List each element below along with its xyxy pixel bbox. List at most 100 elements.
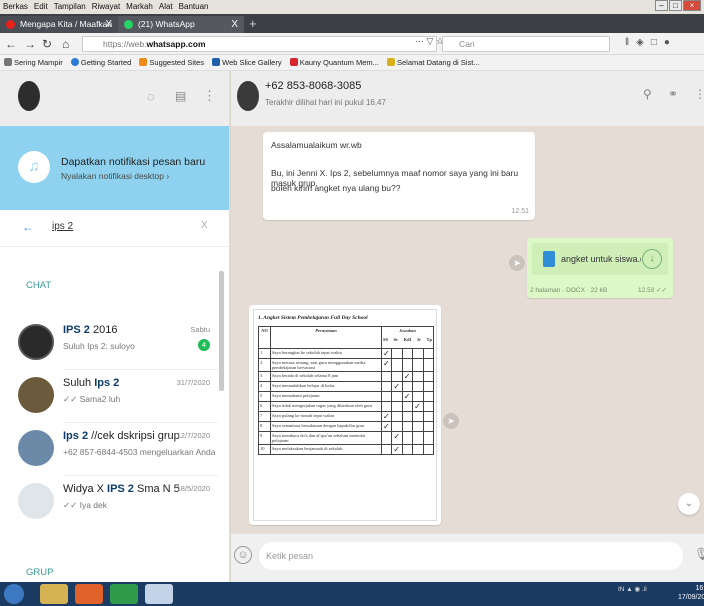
- firefox-icon[interactable]: [75, 584, 103, 604]
- header-statement: Pernyataan: [270, 326, 382, 349]
- notification-link[interactable]: Nyalakan notifikasi desktop ›: [61, 171, 169, 181]
- notification-title: Dapatkan notifikasi pesan baru: [61, 156, 206, 168]
- scroll-down-button[interactable]: ⌄: [678, 493, 700, 515]
- minimize-icon[interactable]: –: [655, 0, 668, 11]
- web-slice-icon: [212, 58, 221, 66]
- tab-close-icon[interactable]: X: [105, 16, 112, 33]
- bookmark-icon: [386, 58, 395, 66]
- emoji-icon[interactable]: ☺: [234, 546, 252, 564]
- whatsapp-icon: [124, 20, 133, 29]
- incoming-message[interactable]: Assalamualaikum wr.wb Bu, ini Jenni X. I…: [263, 132, 535, 220]
- url-bar[interactable]: https://web.whatsapp.com: [82, 36, 437, 52]
- document-icon[interactable]: [145, 584, 173, 604]
- download-icon[interactable]: ↓: [642, 249, 662, 269]
- tab-close-icon[interactable]: X: [231, 16, 238, 33]
- toolbar-icons: ‖◈□●: [625, 37, 677, 48]
- menu-icon[interactable]: ⋮: [203, 88, 216, 104]
- check-mark-icon: ✓: [403, 392, 411, 401]
- page-actions-icon[interactable]: ⋯: [415, 36, 424, 46]
- notification-banner[interactable]: ♫ Dapatkan notifikasi pesan baru Nyalaka…: [0, 126, 229, 210]
- forward-icon[interactable]: ➤: [443, 413, 459, 429]
- scrollbar[interactable]: [219, 271, 224, 391]
- menu-markah[interactable]: Markah: [126, 0, 153, 14]
- reload-icon[interactable]: ↻: [42, 36, 52, 52]
- unread-badge: 4: [198, 339, 210, 351]
- pocket-icon[interactable]: ▽: [427, 36, 434, 46]
- notification-bell-icon: ♫: [18, 151, 50, 183]
- tab-whatsapp[interactable]: (21) WhatsApp X: [118, 16, 244, 33]
- library-icon[interactable]: ‖: [625, 37, 636, 48]
- back-icon[interactable]: ←: [5, 36, 17, 52]
- file-explorer-icon[interactable]: [40, 584, 68, 604]
- forward-icon[interactable]: ➤: [509, 255, 525, 271]
- close-window-icon[interactable]: ×: [683, 0, 701, 11]
- profile-avatar[interactable]: [18, 81, 40, 111]
- message-input[interactable]: Ketik pesan: [259, 542, 683, 570]
- start-button[interactable]: [4, 584, 24, 604]
- clear-search-icon[interactable]: X: [201, 220, 208, 231]
- globe-icon: [70, 58, 79, 66]
- menu-riwayat[interactable]: Riwayat: [92, 0, 120, 14]
- menu-tampilan[interactable]: Tampilan: [54, 0, 86, 14]
- new-chat-icon[interactable]: ▤: [175, 89, 186, 103]
- search-input[interactable]: Cari: [442, 36, 610, 52]
- search-field[interactable]: ips 2: [52, 221, 73, 232]
- list-item[interactable]: Suluh Ips 2 ✓✓ Sama2 luh 31/7/2020: [0, 370, 218, 423]
- home-icon[interactable]: ⌂: [62, 36, 69, 52]
- back-arrow-icon[interactable]: ←: [22, 220, 34, 234]
- document-filename: angket untuk siswa.docx: [561, 254, 641, 264]
- system-tray: IN ▲ ◉ .il: [618, 586, 647, 593]
- menu-berkas[interactable]: Berkas: [3, 0, 28, 14]
- youtube-icon: [6, 20, 15, 29]
- outgoing-document-message[interactable]: angket untuk siswa.docx ↓ 2 halaman · DO…: [527, 238, 673, 298]
- bookmark-item[interactable]: Kauny Quantum Mem...: [289, 55, 379, 71]
- section-chat: CHAT: [26, 280, 52, 291]
- table-row: 6 Saya tidak mengerjakan tugas yang diber…: [258, 401, 435, 412]
- gear-icon: [4, 58, 12, 66]
- chat-preview: Suluh Ips 2: suloyo: [63, 341, 135, 351]
- profile-header: ◌ ▤ ⋮: [0, 71, 229, 126]
- chat-preview: ✓✓ Iya dek: [63, 500, 108, 510]
- bookmark-item[interactable]: Web Slice Gallery: [212, 55, 282, 71]
- new-tab-button[interactable]: +: [249, 16, 257, 31]
- bookmark-item[interactable]: Getting Started: [70, 55, 131, 71]
- tab-youtube[interactable]: Mengapa Kita / Maafkan Aku : X: [0, 16, 118, 46]
- sidebar-icon[interactable]: □: [651, 37, 664, 48]
- table-row: 2 Saya merasa senang, saat guru menggunak…: [258, 358, 435, 372]
- bookmark-item[interactable]: Suggested Sites: [139, 55, 204, 71]
- list-item[interactable]: Widya X IPS 2 Sma N 5 ✓✓ Iya dek 18/5/20…: [0, 476, 218, 529]
- list-item[interactable]: IPS 2 2016 Suluh Ips 2: suloyo Sabtu 4: [0, 317, 218, 370]
- chrome-icon[interactable]: [110, 584, 138, 604]
- bookmark-item[interactable]: Sering Mampir: [4, 55, 63, 71]
- sync-icon[interactable]: ◈: [636, 37, 651, 48]
- table-row: 5 Saya memahami pelajaran ✓: [258, 391, 435, 402]
- list-item[interactable]: Ips 2 //cek dskripsi grup +62 857-6844-4…: [0, 423, 218, 476]
- message-line: boleh kirim angket nya ulang bu??: [271, 183, 401, 193]
- menu-alat[interactable]: Alat: [159, 0, 173, 14]
- questionnaire-image[interactable]: 1. Angket Sistem Pembelajaran Full Day S…: [253, 309, 437, 521]
- document-meta: 2 halaman · DOCX · 22 kB: [530, 287, 608, 294]
- maximize-icon[interactable]: □: [669, 0, 682, 11]
- menu-edit[interactable]: Edit: [34, 0, 48, 14]
- search-icon[interactable]: ⚲: [643, 87, 652, 101]
- menu-bantuan[interactable]: Bantuan: [179, 0, 209, 14]
- avatar: [18, 430, 54, 466]
- avatar: [18, 483, 54, 519]
- tab-bar: Mengapa Kita / Maafkan Aku : X (21) What…: [0, 14, 704, 46]
- contact-avatar[interactable]: [237, 81, 259, 111]
- bookmark-item[interactable]: Selamat Datang di Sist...: [386, 55, 480, 71]
- extension-icon[interactable]: ●: [664, 37, 677, 48]
- attach-icon[interactable]: ⚭: [668, 87, 678, 101]
- status-icon[interactable]: ◌: [147, 89, 155, 104]
- table-row: 10 Saya melaksakan berjamaah di sekolah ✓: [258, 444, 435, 455]
- forward-icon[interactable]: →: [24, 36, 36, 52]
- message-line: Assalamualaikum wr.wb: [271, 140, 362, 150]
- incoming-image-message[interactable]: 1. Angket Sistem Pembelajaran Full Day S…: [249, 305, 441, 525]
- menu-icon[interactable]: ⋮: [694, 87, 704, 101]
- microphone-icon[interactable]: 🎙: [694, 547, 704, 561]
- message-time: 12.53 ✓✓: [638, 287, 667, 294]
- clock[interactable]: 16:5417/09/2020: [678, 584, 704, 602]
- url-domain: whatsapp.com: [146, 39, 206, 49]
- conversation-header[interactable]: +62 853-8068-3085 Terakhir dilihat hari …: [231, 71, 704, 126]
- document-attachment[interactable]: angket untuk siswa.docx ↓: [532, 243, 668, 275]
